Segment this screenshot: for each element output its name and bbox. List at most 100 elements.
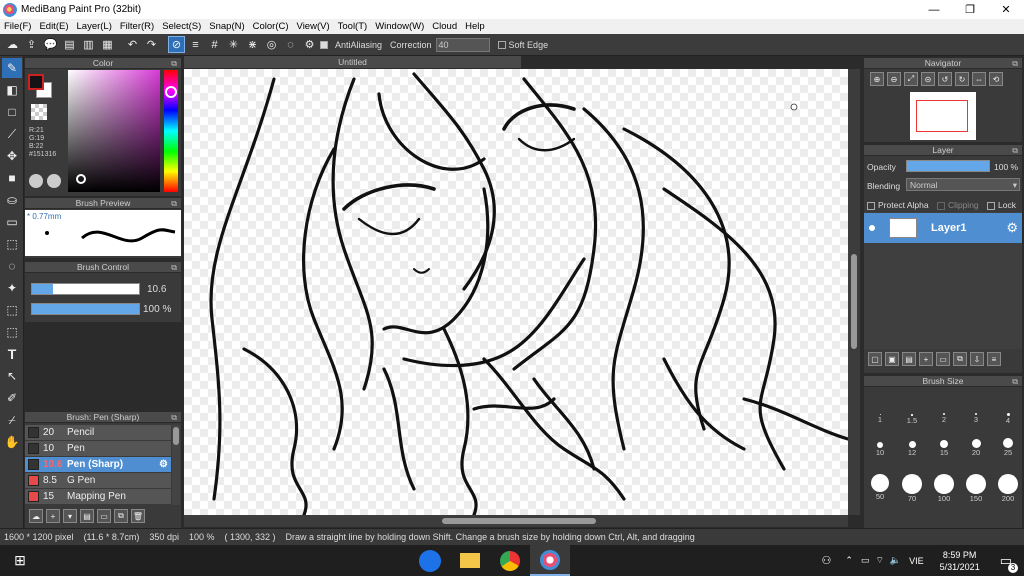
magic-wand-icon[interactable]: ✦	[2, 278, 22, 298]
layer-row-layer1[interactable]: Layer1 ⚙	[864, 213, 1022, 243]
select-tool-icon[interactable]: ⬚	[2, 234, 22, 254]
comment-icon[interactable]: 💬	[42, 36, 59, 53]
panel-expand-icon[interactable]: ⧉	[171, 58, 177, 69]
brush-item-pencil[interactable]: 20 Pencil	[25, 425, 171, 441]
volume-icon[interactable]: 🔈	[890, 555, 901, 566]
cloud-brush-icon[interactable]: ☁	[29, 509, 43, 523]
file-explorer-icon[interactable]	[450, 545, 490, 576]
menu-file[interactable]: File(F)	[4, 21, 31, 32]
brush-size-100[interactable]: 100	[928, 474, 960, 508]
brush-size-25[interactable]: 25	[992, 438, 1024, 464]
text-tool-icon[interactable]: T	[2, 344, 22, 364]
select-eraser-icon[interactable]: ⬚	[2, 322, 22, 342]
menu-window[interactable]: Window(W)	[375, 21, 424, 32]
snap-settings-icon[interactable]: ⚙	[301, 36, 318, 53]
start-windows-icon[interactable]: ⊞	[0, 545, 40, 576]
brush-size-200[interactable]: 200	[992, 474, 1024, 508]
circle-snap-icon[interactable]: ◎	[263, 36, 280, 53]
clipping-checkbox[interactable]	[936, 201, 945, 210]
brush-tool-icon[interactable]: ✎	[2, 58, 22, 78]
medibang-taskbar-icon[interactable]	[530, 545, 570, 576]
divide-tool-icon[interactable]: ✐	[2, 388, 22, 408]
zoom-reset-icon[interactable]: ⊝	[921, 72, 935, 86]
brush-item-pen[interactable]: 10 Pen	[25, 441, 171, 457]
zoom-out-icon[interactable]: ⊖	[887, 72, 901, 86]
battery-icon[interactable]: ▭	[861, 555, 870, 566]
lasso-tool-icon[interactable]: ◌	[2, 256, 22, 276]
panel-expand-icon[interactable]: ⧉	[1012, 376, 1018, 387]
brush-copy-icon[interactable]: ⧉	[114, 509, 128, 523]
gradient-tool-icon[interactable]: ▭	[2, 212, 22, 232]
notification-icon[interactable]: ▭ 3	[1000, 553, 1018, 573]
bucket-tool-icon[interactable]: ⛀	[2, 190, 22, 210]
new-layer-icon[interactable]: ▢	[868, 352, 882, 366]
chrome-icon[interactable]	[490, 545, 530, 576]
new-layer-8bit-icon[interactable]: ▣	[885, 352, 899, 366]
add-brush-icon[interactable]: +	[46, 509, 60, 523]
add-layer-menu-icon[interactable]: +	[919, 352, 933, 366]
brush-menu-icon[interactable]: ▾	[63, 509, 77, 523]
hue-slider[interactable]	[164, 70, 178, 192]
menu-tool[interactable]: Tool(T)	[338, 21, 368, 32]
radial-snap-icon[interactable]: ✳	[225, 36, 242, 53]
snap-off-icon[interactable]: ⊘	[168, 36, 185, 53]
color-picker-cursor[interactable]	[76, 174, 86, 184]
brush-size-1[interactable]: 1	[864, 404, 896, 430]
new-layer-1bit-icon[interactable]: ▤	[902, 352, 916, 366]
delete-brush-icon[interactable]: 🗑	[131, 509, 145, 523]
menu-filter[interactable]: Filter(R)	[120, 21, 154, 32]
duplicate-layer-icon[interactable]: ⧉	[953, 352, 967, 366]
panel-expand-icon[interactable]: ⧉	[171, 412, 177, 423]
parallel-snap-icon[interactable]: ≡	[187, 36, 204, 53]
brush-size-1-5[interactable]: 1.5	[896, 404, 928, 430]
layer-list-icon[interactable]: ≡	[987, 352, 1001, 366]
canvas-vertical-scrollbar[interactable]	[848, 69, 860, 515]
foreground-color[interactable]	[28, 74, 44, 90]
undo-icon[interactable]: ↶	[124, 36, 141, 53]
brush-size-4[interactable]: 4	[992, 404, 1024, 430]
soft-edge-checkbox[interactable]	[497, 41, 506, 50]
menu-color[interactable]: Color(C)	[253, 21, 289, 32]
blending-select[interactable]: Normal ▾	[906, 178, 1020, 191]
brush-item-g-pen[interactable]: 8.5 G Pen	[25, 473, 171, 489]
dot-tool-icon[interactable]: □	[2, 102, 22, 122]
hand-tool-icon[interactable]: ✋	[2, 432, 22, 452]
shape-tool-icon[interactable]: ⟋	[2, 124, 22, 144]
menu-cloud[interactable]: Cloud	[432, 21, 457, 32]
hue-slider-handle[interactable]	[165, 86, 177, 98]
fill-tool-icon[interactable]: ■	[2, 168, 22, 188]
document-icon[interactable]: ▥	[80, 36, 97, 53]
menu-edit[interactable]: Edit(E)	[39, 21, 68, 32]
curve-snap-icon[interactable]: ◌	[282, 36, 299, 53]
brush-size-20[interactable]: 20	[960, 438, 992, 464]
share-icon[interactable]: ⇪	[23, 36, 40, 53]
brush-size-slider[interactable]	[31, 283, 140, 295]
layer-opacity-slider[interactable]	[906, 160, 990, 172]
color-sv-picker[interactable]	[68, 70, 160, 192]
input-language[interactable]: VIE	[909, 556, 924, 566]
layer-visibility-icon[interactable]	[869, 225, 875, 231]
redo-icon[interactable]: ↷	[143, 36, 160, 53]
reset-view-icon[interactable]: ⟲	[989, 72, 1003, 86]
grid-icon[interactable]: ▦	[99, 36, 116, 53]
panel-expand-icon[interactable]: ⧉	[171, 198, 177, 209]
message-icon[interactable]: ▤	[61, 36, 78, 53]
brush-item-mapping-pen[interactable]: 15 Mapping Pen	[25, 489, 171, 505]
drawing-canvas[interactable]	[184, 69, 848, 515]
brush-size-15[interactable]: 15	[928, 438, 960, 464]
brush-size-3[interactable]: 3	[960, 404, 992, 430]
correction-input[interactable]: 40	[435, 37, 490, 52]
flip-icon[interactable]: ⇔	[972, 72, 986, 86]
move-tool-icon[interactable]: ✥	[2, 146, 22, 166]
restore-button[interactable]: ❐	[952, 0, 988, 19]
menu-view[interactable]: View(V)	[297, 21, 330, 32]
color-palette-icon[interactable]	[29, 174, 43, 188]
brush-properties-icon[interactable]: ▤	[80, 509, 94, 523]
color-history-icon[interactable]	[47, 174, 61, 188]
eyedropper-icon[interactable]: ⌿	[2, 410, 22, 430]
panel-expand-icon[interactable]: ⧉	[1012, 58, 1018, 69]
menu-layer[interactable]: Layer(L)	[77, 21, 112, 32]
fit-icon[interactable]: ⤢	[904, 72, 918, 86]
brush-opacity-slider[interactable]	[31, 303, 140, 315]
cloud-icon[interactable]: ☁	[4, 36, 21, 53]
